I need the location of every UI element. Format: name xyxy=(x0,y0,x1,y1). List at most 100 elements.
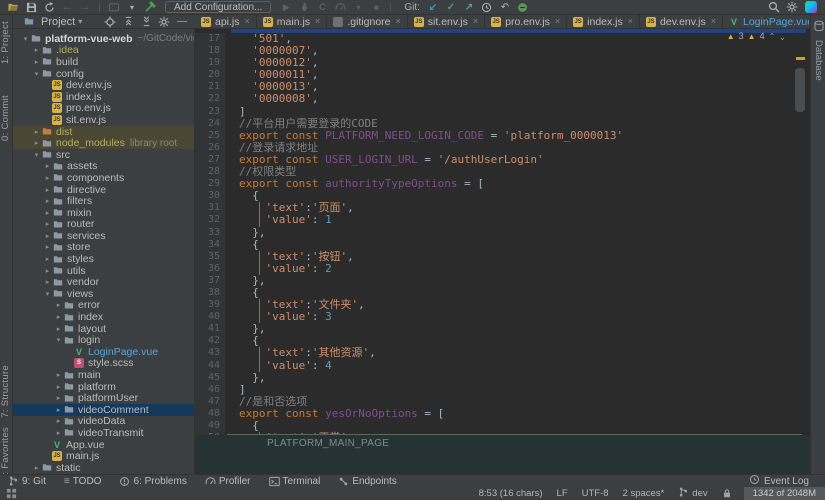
tree-item-router[interactable]: ▸router xyxy=(13,219,194,231)
chevron-right-icon[interactable]: ▸ xyxy=(43,232,52,240)
tree-item-platform[interactable]: ▸platform xyxy=(13,381,194,393)
tool-button-endpoints[interactable]: Endpoints xyxy=(338,476,396,487)
readonly-lock-icon[interactable] xyxy=(722,488,732,499)
tree-item-videocomment[interactable]: ▸videoComment xyxy=(13,404,194,416)
push-icon[interactable]: ↗ xyxy=(460,1,478,14)
commit-icon[interactable]: ✓ xyxy=(442,1,460,14)
tree-item-platformuser[interactable]: ▸platformUser xyxy=(13,392,194,404)
update-project-icon[interactable]: ↙ xyxy=(424,1,442,14)
chevron-right-icon[interactable]: ▸ xyxy=(43,209,52,217)
stop-icon[interactable]: ■ xyxy=(367,1,385,14)
editor-tab[interactable]: VLoginPage.vue× xyxy=(723,15,809,28)
code-line[interactable]: '0000008', xyxy=(225,93,810,105)
chevron-right-icon[interactable]: ▸ xyxy=(54,371,63,379)
code-line[interactable]: 'value': 3 xyxy=(225,311,810,323)
locate-file-icon[interactable] xyxy=(101,15,119,28)
code-line[interactable]: 'value': 2 xyxy=(225,263,810,275)
tree-item-platform-vue-web[interactable]: ▾platform-vue-web~/GitCode/video-platf xyxy=(13,33,194,45)
chevron-right-icon[interactable]: ▸ xyxy=(43,243,52,251)
sidebar-item-database[interactable]: Database xyxy=(811,19,825,81)
chevron-right-icon[interactable]: ▸ xyxy=(54,313,63,321)
code-line[interactable]: }, xyxy=(225,372,810,384)
tree-item-views[interactable]: ▾views xyxy=(13,288,194,300)
chevron-right-icon[interactable]: ▸ xyxy=(43,186,52,194)
close-icon[interactable]: × xyxy=(555,17,560,26)
history-clock-icon[interactable] xyxy=(478,1,496,14)
tool-button-git[interactable]: 9: Git xyxy=(8,475,46,487)
chevron-right-icon[interactable]: ▸ xyxy=(43,267,52,275)
tree-item-sit-env-js[interactable]: JSsit.env.js xyxy=(13,114,194,126)
close-icon[interactable]: × xyxy=(245,17,250,26)
panel-settings-gear-icon[interactable] xyxy=(155,15,173,28)
tree-item-main-js[interactable]: JSmain.js xyxy=(13,450,194,462)
code-line[interactable]: ] xyxy=(225,384,810,396)
editor-tab[interactable]: JSpro.env.js× xyxy=(485,15,567,28)
prev-warning-icon[interactable]: ⌃ xyxy=(769,32,776,41)
run-icon[interactable]: ▶ xyxy=(277,1,295,14)
chevron-down-icon[interactable]: ▾ xyxy=(43,290,52,298)
forward-icon[interactable]: → xyxy=(76,1,94,14)
run-config-app-icon[interactable] xyxy=(105,1,123,14)
editor-scrollbar-thumb[interactable] xyxy=(795,68,805,112)
code-line[interactable]: export const yesOrNoOptions = [ xyxy=(225,408,810,420)
tree-item-src[interactable]: ▾src xyxy=(13,149,194,161)
chevron-right-icon[interactable]: ▸ xyxy=(43,220,52,228)
tree-item-build[interactable]: ▸build xyxy=(13,56,194,68)
tree-item-layout[interactable]: ▸layout xyxy=(13,323,194,335)
sidebar-item-commit[interactable]: 0: Commit xyxy=(0,95,13,141)
code-editor[interactable]: 1718192021222324252627282930313233343536… xyxy=(195,29,810,463)
close-icon[interactable]: × xyxy=(396,17,401,26)
tree-item-directive[interactable]: ▸directive xyxy=(13,184,194,196)
editor-tab[interactable]: .gitignore× xyxy=(327,15,407,28)
close-icon[interactable]: × xyxy=(315,17,320,26)
expand-all-icon[interactable] xyxy=(119,15,137,28)
git-branch-widget[interactable]: dev xyxy=(678,486,707,500)
inspection-widget[interactable]: ▲ 3 ▲ 4 ⌃ ⌃ xyxy=(727,31,786,41)
code-line[interactable]: }, xyxy=(225,323,810,335)
chevron-right-icon[interactable]: ▸ xyxy=(54,417,63,425)
line-ending-indicator[interactable]: LF xyxy=(557,488,568,499)
code-line[interactable]: 'value': 1 xyxy=(225,214,810,226)
breadcrumb[interactable]: PLATFORM_MAIN_PAGE xyxy=(267,438,389,449)
editor-tab[interactable]: JSapi.js× xyxy=(195,15,257,28)
chevron-right-icon[interactable]: ▸ xyxy=(32,58,41,66)
tree-item-loginpage-vue[interactable]: VLoginPage.vue xyxy=(13,346,194,358)
settings-gear-icon[interactable] xyxy=(783,1,801,14)
tree-item-utils[interactable]: ▸utils xyxy=(13,265,194,277)
chevron-right-icon[interactable]: ▸ xyxy=(32,46,41,54)
chevron-down-icon[interactable]: ▾ xyxy=(21,35,30,43)
tool-button-todo[interactable]: ≡TODO xyxy=(64,476,102,487)
tree-item-videodata[interactable]: ▸videoData xyxy=(13,416,194,428)
chevron-right-icon[interactable]: ▸ xyxy=(43,174,52,182)
tree-item-vendor[interactable]: ▸vendor xyxy=(13,276,194,288)
tree-item-videotransmit[interactable]: ▸videoTransmit xyxy=(13,427,194,439)
event-log-button[interactable]: Event Log xyxy=(749,474,809,488)
code-with-me-icon[interactable] xyxy=(514,1,532,14)
project-panel-title[interactable]: Project xyxy=(41,16,75,28)
tree-item-index[interactable]: ▸index xyxy=(13,311,194,323)
tree-item-components[interactable]: ▸components xyxy=(13,172,194,184)
sync-icon[interactable] xyxy=(40,1,58,14)
caret-position[interactable]: 8:53 (16 chars) xyxy=(479,488,543,499)
tree-item-style-scss[interactable]: Sstyle.scss xyxy=(13,358,194,370)
tree-item-mixin[interactable]: ▸mixin xyxy=(13,207,194,219)
chevron-right-icon[interactable]: ▸ xyxy=(32,128,41,136)
tree-item-services[interactable]: ▸services xyxy=(13,230,194,242)
sidebar-item-project[interactable]: 1: Project xyxy=(0,21,13,64)
tree-item-error[interactable]: ▸error xyxy=(13,300,194,312)
chevron-right-icon[interactable]: ▸ xyxy=(43,255,52,263)
profile-icon[interactable] xyxy=(331,1,349,14)
chevron-right-icon[interactable]: ▸ xyxy=(54,394,63,402)
close-icon[interactable]: × xyxy=(473,17,478,26)
code-line[interactable]: export const USER_LOGIN_URL = '/authUser… xyxy=(225,154,810,166)
tree-item-main[interactable]: ▸main xyxy=(13,369,194,381)
next-warning-icon[interactable]: ⌃ xyxy=(779,32,786,41)
debug-icon[interactable] xyxy=(295,1,313,14)
tree-item-node-modules[interactable]: ▸node_moduleslibrary root xyxy=(13,137,194,149)
chevron-right-icon[interactable]: ▸ xyxy=(32,139,41,147)
tree-item-dev-env-js[interactable]: JSdev.env.js xyxy=(13,79,194,91)
back-icon[interactable]: ← xyxy=(58,1,76,14)
chevron-down-icon[interactable]: ▾ xyxy=(349,1,367,14)
run-configuration-select[interactable]: Add Configuration... xyxy=(165,1,271,13)
sidebar-item-favorites[interactable]: 2: Favorites xyxy=(0,427,13,480)
